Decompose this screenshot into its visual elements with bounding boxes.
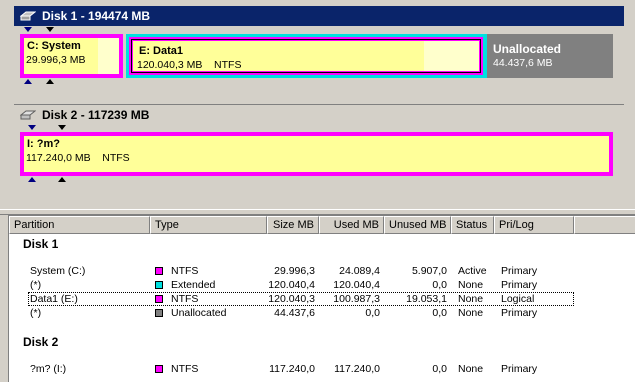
cell-used: 24.089,4 — [339, 265, 380, 277]
cell-used: 120.040,4 — [333, 279, 380, 291]
cell-status: None — [458, 293, 484, 305]
unallocated-label: Unallocated — [493, 42, 562, 56]
ntfs-color-swatch — [155, 295, 163, 303]
partition-e[interactable]: E: Data1 120.040,3 MB NTFS — [129, 37, 483, 75]
ntfs-color-swatch — [155, 267, 163, 275]
cell-unused: 19.053,1 — [406, 293, 447, 305]
table-row-selected[interactable]: Data1 (E:) NTFS 120.040,3 100.987,3 19.0… — [9, 292, 635, 307]
col-partition[interactable]: Partition — [9, 216, 150, 234]
extended-partition[interactable]: E: Data1 120.040,3 MB NTFS — [126, 34, 487, 78]
cell-status: None — [458, 279, 484, 291]
partition-e-label: E: Data1 — [139, 45, 184, 57]
cell-status: None — [458, 363, 484, 375]
cell-size: 120.040,4 — [268, 279, 315, 291]
partition-c-size: 29.996,3 MB — [26, 54, 86, 66]
cell-type-text: Unallocated — [171, 307, 227, 319]
unallocated-space[interactable]: Unallocated 44.437,6 MB — [487, 34, 613, 78]
disk-1-bar: C: System 29.996,3 MB E: Data1 120.040,3… — [14, 26, 624, 84]
cell-size: 117.240,0 — [269, 363, 315, 375]
partition-e-detail: 120.040,3 MB NTFS — [137, 59, 242, 71]
col-filler — [574, 216, 635, 234]
cell-prilog: Primary — [501, 307, 538, 319]
cell-size: 29.996,3 — [274, 265, 315, 277]
table-row[interactable]: ?m? (I:) NTFS 117.240,0 117.240,0 0,0 No… — [9, 363, 635, 377]
cell-partition: ?m? (I:) — [30, 363, 67, 375]
col-unused[interactable]: Unused MB — [384, 216, 451, 234]
ntfs-color-swatch — [155, 365, 163, 373]
cell-prilog: Logical — [501, 293, 535, 305]
triangle-marker-icon — [24, 27, 32, 32]
unallocated-color-swatch — [155, 309, 163, 317]
cell-type: NTFS — [155, 265, 198, 277]
cell-type: Extended — [155, 279, 215, 291]
disk-1-panel[interactable]: Disk 1 - 194474 MB C: System 29.996,3 MB… — [14, 6, 624, 84]
cell-unused: 0,0 — [432, 279, 447, 291]
cell-size: 120.040,3 — [268, 293, 315, 305]
group-disk-1: Disk 1 — [23, 237, 59, 251]
partition-c[interactable]: C: System 29.996,3 MB — [20, 34, 123, 78]
disk-map: Disk 1 - 194474 MB C: System 29.996,3 MB… — [0, 0, 635, 209]
triangle-marker-icon — [58, 177, 66, 182]
partition-list[interactable]: Partition Type Size MB Used MB Unused MB… — [8, 215, 635, 382]
cell-unused: 0,0 — [432, 363, 447, 375]
unallocated-size: 44.437,6 MB — [493, 57, 553, 69]
cell-used: 117.240,0 — [334, 363, 380, 375]
cell-partition: (*) — [30, 279, 42, 291]
triangle-marker-icon — [58, 125, 66, 130]
cell-prilog: Primary — [501, 265, 538, 277]
table-row[interactable]: (*) Extended 120.040,4 120.040,4 0,0 Non… — [9, 279, 635, 293]
disk-2-title: Disk 2 - 117239 MB — [42, 107, 150, 122]
cell-unused: 0,0 — [432, 307, 447, 319]
cell-type: Unallocated — [155, 307, 226, 319]
cell-used: 100.987,3 — [333, 293, 380, 305]
partition-i[interactable]: I: ?m? 117.240,0 MB NTFS — [20, 132, 613, 176]
col-status[interactable]: Status — [451, 216, 494, 234]
cell-used: 0,0 — [365, 307, 380, 319]
cell-prilog: Primary — [501, 279, 538, 291]
disk-2-panel[interactable]: Disk 2 - 117239 MB I: ?m? 117.240,0 MB N… — [14, 104, 624, 182]
disk-1-header[interactable]: Disk 1 - 194474 MB — [14, 6, 624, 26]
cell-type-text: NTFS — [171, 363, 199, 375]
cell-prilog: Primary — [501, 363, 538, 375]
col-prilog[interactable]: Pri/Log — [494, 216, 574, 234]
cell-unused: 5.907,0 — [411, 265, 447, 277]
cell-partition: (*) — [30, 307, 42, 319]
disk-2-bar: I: ?m? 117.240,0 MB NTFS — [14, 124, 624, 182]
col-size[interactable]: Size MB — [267, 216, 319, 234]
cell-partition: System (C:) — [30, 265, 86, 277]
cell-type: NTFS — [155, 293, 198, 305]
table-row[interactable]: (*) Unallocated 44.437,6 0,0 0,0 None Pr… — [9, 307, 635, 321]
hard-disk-icon — [20, 11, 36, 21]
cell-partition: Data1 (E:) — [30, 293, 78, 305]
cell-status: None — [458, 307, 484, 319]
partition-i-label: I: ?m? — [27, 138, 60, 150]
cell-status: Active — [458, 265, 487, 277]
partition-c-label: C: System — [27, 40, 81, 52]
disk-2-header[interactable]: Disk 2 - 117239 MB — [14, 104, 624, 124]
triangle-marker-icon — [46, 79, 54, 84]
partition-i-detail: 117.240,0 MB NTFS — [26, 152, 130, 164]
cell-size: 44.437,6 — [274, 307, 315, 319]
table-row[interactable]: System (C:) NTFS 29.996,3 24.089,4 5.907… — [9, 265, 635, 279]
cell-type-text: NTFS — [171, 293, 199, 305]
triangle-marker-icon — [28, 177, 36, 182]
triangle-marker-icon — [28, 125, 36, 130]
hard-disk-icon — [20, 110, 36, 119]
triangle-marker-icon — [46, 27, 54, 32]
cell-type-text: Extended — [171, 279, 216, 291]
cell-type: NTFS — [155, 363, 198, 375]
col-used[interactable]: Used MB — [319, 216, 384, 234]
col-type[interactable]: Type — [150, 216, 267, 234]
extended-color-swatch — [155, 281, 163, 289]
column-header: Partition Type Size MB Used MB Unused MB… — [9, 216, 635, 234]
triangle-marker-icon — [24, 79, 32, 84]
cell-type-text: NTFS — [171, 265, 199, 277]
disk-1-title: Disk 1 - 194474 MB — [42, 9, 151, 23]
group-disk-2: Disk 2 — [23, 335, 59, 349]
